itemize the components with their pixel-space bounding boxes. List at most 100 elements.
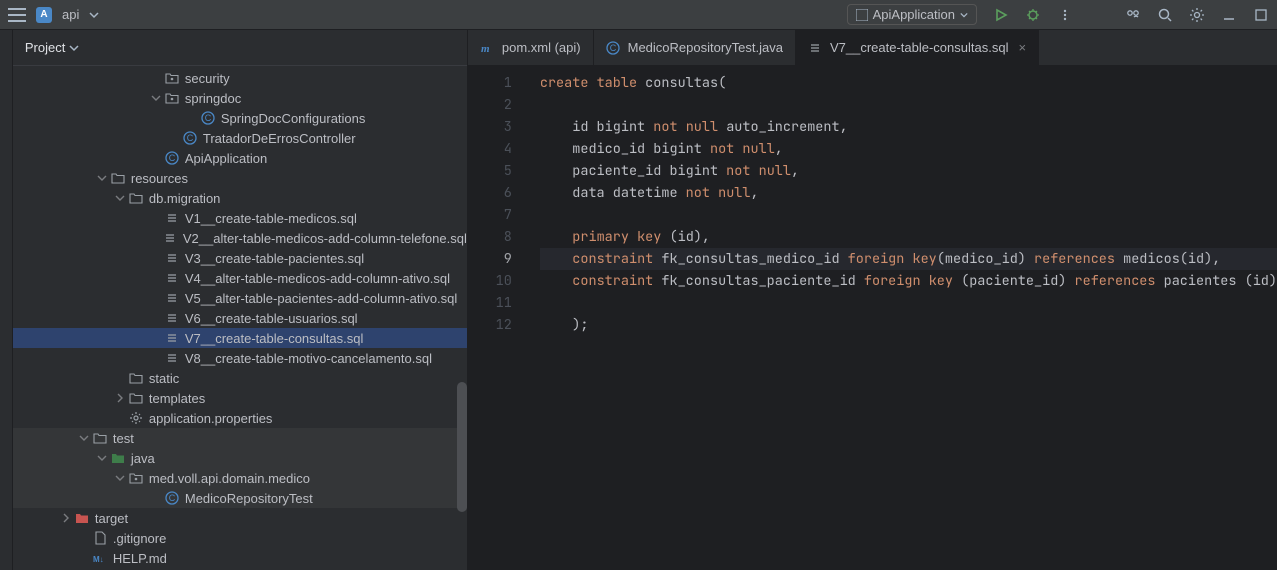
tree-item[interactable]: V8__create-table-motivo-cancelamento.sql [13,348,467,368]
line-number: 3 [468,116,512,138]
close-icon[interactable]: × [1018,40,1026,55]
tree-item[interactable]: db.migration [13,188,467,208]
tab-label: MedicoRepositoryTest.java [628,40,783,55]
tree-item[interactable]: CTratadorDeErrosController [13,128,467,148]
sql-icon [165,211,179,225]
tree-item[interactable]: V3__create-table-pacientes.sql [13,248,467,268]
tree-item[interactable]: springdoc [13,88,467,108]
sql-icon [165,251,179,265]
chevron-down-icon [960,11,968,19]
project-name[interactable]: api [62,7,79,22]
main-menu-icon[interactable] [8,8,26,22]
tree-item[interactable]: V5__alter-table-pacientes-add-column-ati… [13,288,467,308]
sql-icon [165,331,179,345]
tree-item[interactable]: resources [13,168,467,188]
code-line[interactable]: constraint fk_consultas_medico_id foreig… [540,248,1277,270]
sql-icon [808,41,822,55]
tree-item[interactable]: V4__alter-table-medicos-add-column-ativo… [13,268,467,288]
search-icon[interactable] [1157,7,1173,23]
tree-item[interactable]: V7__create-table-consultas.sql [13,328,467,348]
chevron-down-icon[interactable] [95,451,109,465]
chevron-right-icon[interactable] [113,391,127,405]
folder-dot-icon [165,91,179,105]
tree-item[interactable]: test [13,428,467,448]
svg-text:C: C [169,153,176,163]
code-line[interactable]: id bigint not null auto_increment, [540,116,1277,138]
folder-icon [93,431,107,445]
tree-item[interactable]: M↓HELP.md [13,548,467,568]
tree-item-label: security [185,71,230,86]
file-icon [93,531,107,545]
tree-item-label: med.voll.api.domain.medico [149,471,310,486]
tree-item[interactable]: application.properties [13,408,467,428]
maximize-icon[interactable] [1253,7,1269,23]
code-line[interactable]: ); [540,314,1277,336]
tree-item[interactable]: .gitignore [13,528,467,548]
tool-window-rail[interactable] [0,30,13,570]
code-line[interactable] [540,292,1277,314]
tree-item-label: V8__create-table-motivo-cancelamento.sql [185,351,432,366]
tree-item[interactable]: target [13,508,467,528]
code-line[interactable]: constraint fk_consultas_paciente_id fore… [540,270,1277,292]
line-number: 6 [468,182,512,204]
project-panel-header[interactable]: Project [13,30,467,66]
line-number: 5 [468,160,512,182]
code-content[interactable]: create table consultas( id bigint not nu… [526,66,1277,570]
chevron-down-icon[interactable] [95,171,109,185]
tree-item[interactable]: V2__alter-table-medicos-add-column-telef… [13,228,467,248]
folder-icon [129,371,143,385]
tree-item[interactable]: CApiApplication [13,148,467,168]
chevron-down-icon[interactable] [113,471,127,485]
tree-item-label: V4__alter-table-medicos-add-column-ativo… [185,271,450,286]
debug-button[interactable] [1025,7,1041,23]
tree-item[interactable]: med.voll.api.domain.medico [13,468,467,488]
tree-item[interactable]: templates [13,388,467,408]
tree-item[interactable]: CSpringDocConfigurations [13,108,467,128]
editor-tab[interactable]: V7__create-table-consultas.sql× [796,30,1039,65]
tree-item[interactable]: static [13,368,467,388]
line-number: 10 [468,270,512,292]
tree-item[interactable]: V1__create-table-medicos.sql [13,208,467,228]
tree-item-label: V7__create-table-consultas.sql [185,331,364,346]
code-line[interactable]: medico_id bigint not null, [540,138,1277,160]
run-configurations-dropdown[interactable]: ApiApplication [847,4,977,25]
tree-item[interactable]: CMedicoRepositoryTest [13,488,467,508]
tree-item-label: springdoc [185,91,241,106]
run-config-label: ApiApplication [873,7,955,22]
line-number: 7 [468,204,512,226]
project-tool-window: Project security springdoc CSpringDocConfi… [13,30,468,570]
sql-icon [165,291,179,305]
tree-item-label: java [131,451,155,466]
code-line[interactable] [540,204,1277,226]
run-button[interactable] [993,7,1009,23]
sql-icon [165,311,179,325]
svg-text:C: C [187,133,194,143]
line-number: 8 [468,226,512,248]
chevron-down-icon[interactable] [149,91,163,105]
tree-item[interactable]: java [13,448,467,468]
code-line[interactable]: data datetime not null, [540,182,1277,204]
tree-item[interactable]: V6__create-table-usuarios.sql [13,308,467,328]
chevron-down-icon[interactable] [77,431,91,445]
editor-tab[interactable]: mpom.xml (api) [468,30,594,65]
code-line[interactable]: paciente_id bigint not null, [540,160,1277,182]
settings-icon[interactable] [1189,7,1205,23]
editor-tab[interactable]: CMedicoRepositoryTest.java [594,30,796,65]
chevron-down-icon[interactable] [89,10,99,20]
tree-item-label: HELP.md [113,551,167,566]
code-with-me-icon[interactable] [1125,7,1141,23]
scrollbar-thumb[interactable] [457,382,467,512]
tree-item-label: target [95,511,128,526]
gear-icon [129,411,143,425]
code-line[interactable] [540,94,1277,116]
more-actions-icon[interactable] [1057,7,1073,23]
tab-label: pom.xml (api) [502,40,581,55]
minimize-icon[interactable] [1221,7,1237,23]
chevron-right-icon[interactable] [59,511,73,525]
project-tree[interactable]: security springdoc CSpringDocConfiguration… [13,66,467,570]
tree-item[interactable]: security [13,68,467,88]
code-line[interactable]: primary key (id), [540,226,1277,248]
class-icon: C [183,131,197,145]
chevron-down-icon[interactable] [113,191,127,205]
code-line[interactable]: create table consultas( [540,72,1277,94]
